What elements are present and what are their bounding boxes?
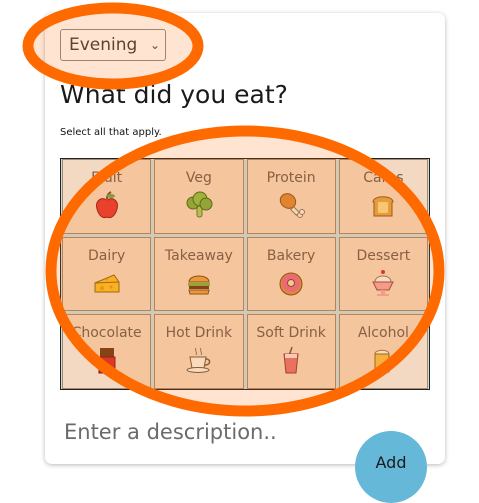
category-label: Fruit	[91, 170, 123, 186]
sundae-icon	[372, 269, 395, 296]
category-veg[interactable]: Veg	[154, 159, 244, 234]
drumstick-icon	[279, 193, 306, 218]
cheese-icon	[94, 274, 120, 293]
donut-icon	[279, 272, 303, 296]
category-protein[interactable]: Protein	[246, 159, 336, 234]
category-label: Soft Drink	[256, 325, 326, 342]
category-dessert[interactable]: Dessert	[338, 236, 428, 312]
meal-time-select[interactable]: Evening ⌄	[60, 29, 166, 61]
category-fruit[interactable]: Fruit	[62, 159, 152, 234]
hot-drink-icon	[186, 348, 211, 374]
category-label: Dessert	[356, 247, 411, 264]
category-takeaway[interactable]: Takeaway	[154, 236, 244, 312]
category-alcohol[interactable]: Alcohol	[338, 314, 428, 389]
category-label: Bakery	[266, 247, 316, 264]
category-dairy[interactable]: Dairy	[62, 236, 152, 312]
apple-icon	[95, 191, 118, 219]
chocolate-bar-icon	[98, 348, 116, 374]
meal-time-value: Evening	[69, 35, 138, 55]
burger-icon	[187, 275, 210, 295]
category-bakery[interactable]: Bakery	[246, 236, 336, 312]
category-hot-drink[interactable]: Hot Drink	[154, 314, 244, 389]
category-label: Alcohol	[357, 325, 409, 342]
instruction-text: Select all that apply.	[60, 127, 162, 138]
food-category-grid: Fruit Veg Protein Carbs Dairy Takeaway B…	[60, 158, 430, 390]
chevron-down-icon: ⌄	[149, 38, 161, 52]
page-title: What did you eat?	[60, 80, 288, 109]
category-label: Hot Drink	[165, 325, 233, 342]
description-input[interactable]	[56, 412, 372, 452]
category-label: Chocolate	[71, 325, 142, 342]
broccoli-icon	[186, 191, 213, 218]
category-label: Takeaway	[164, 247, 233, 264]
category-carbs[interactable]: Carbs	[338, 159, 428, 234]
category-chocolate[interactable]: Chocolate	[62, 314, 152, 389]
add-button[interactable]: Add	[355, 431, 427, 503]
bread-icon	[372, 196, 394, 217]
beer-mug-icon	[374, 350, 395, 373]
category-label: Dairy	[87, 247, 126, 264]
category-label: Carbs	[363, 170, 404, 186]
soft-drink-icon	[283, 347, 299, 374]
category-label: Protein	[266, 170, 316, 186]
category-label: Veg	[185, 170, 212, 186]
category-soft-drink[interactable]: Soft Drink	[246, 314, 336, 389]
